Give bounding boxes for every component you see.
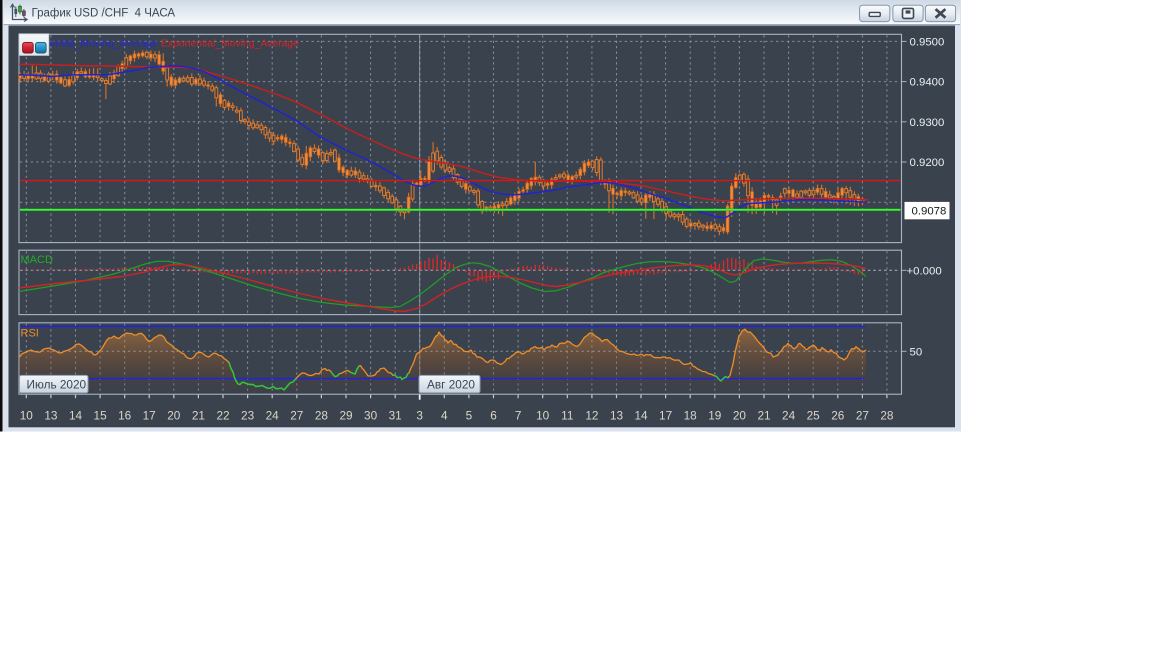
svg-text:14: 14 (69, 409, 83, 423)
svg-text:21: 21 (757, 409, 770, 423)
svg-text:28: 28 (880, 409, 894, 423)
svg-text:29: 29 (339, 409, 352, 423)
svg-text:Июль 2020: Июль 2020 (27, 377, 87, 391)
svg-text:11: 11 (561, 409, 573, 423)
svg-text:17: 17 (659, 409, 672, 423)
svg-text:RSI: RSI (21, 328, 39, 340)
svg-text:23: 23 (241, 409, 255, 423)
svg-text:18: 18 (684, 409, 698, 423)
svg-text:ential_Moving_Average: ential_Moving_Average (50, 38, 159, 49)
svg-text:50: 50 (910, 346, 923, 358)
svg-text:10: 10 (20, 409, 34, 423)
svg-text:0.9300: 0.9300 (910, 117, 945, 129)
svg-text:12: 12 (585, 409, 598, 423)
svg-text:22: 22 (216, 409, 229, 423)
svg-text:4: 4 (441, 409, 448, 423)
svg-text:13: 13 (610, 409, 624, 423)
svg-text:7: 7 (515, 409, 522, 423)
svg-text:График USD /CHF 4 ЧАСА: График USD /CHF 4 ЧАСА (32, 7, 176, 19)
svg-text:31: 31 (389, 409, 402, 423)
svg-text:0.9400: 0.9400 (910, 77, 945, 89)
svg-text:20: 20 (167, 409, 181, 423)
svg-text:27: 27 (290, 409, 303, 423)
svg-text:Exponential_Moving_Average: Exponential_Moving_Average (161, 38, 299, 49)
svg-text:26: 26 (831, 409, 845, 423)
svg-text:24: 24 (266, 409, 280, 423)
svg-text:MACD: MACD (21, 254, 53, 266)
svg-text:Авг 2020: Авг 2020 (427, 377, 475, 391)
svg-text:19: 19 (708, 409, 721, 423)
svg-text:+0.000: +0.000 (907, 265, 942, 277)
svg-text:16: 16 (118, 409, 132, 423)
svg-text:21: 21 (192, 409, 205, 423)
svg-text:28: 28 (315, 409, 329, 423)
svg-text:27: 27 (856, 409, 869, 423)
svg-text:25: 25 (807, 409, 821, 423)
svg-text:24: 24 (782, 409, 796, 423)
svg-text:6: 6 (490, 409, 497, 423)
svg-text:5: 5 (466, 409, 473, 423)
svg-text:0.9500: 0.9500 (910, 37, 945, 49)
svg-text:20: 20 (733, 409, 747, 423)
svg-text:30: 30 (364, 409, 378, 423)
svg-text:13: 13 (44, 409, 58, 423)
svg-text:0.9078: 0.9078 (912, 206, 947, 218)
svg-text:17: 17 (143, 409, 156, 423)
svg-text:3: 3 (416, 409, 423, 423)
svg-text:0.9200: 0.9200 (910, 157, 945, 169)
svg-text:14: 14 (634, 409, 648, 423)
svg-text:15: 15 (94, 409, 108, 423)
svg-text:10: 10 (536, 409, 550, 423)
